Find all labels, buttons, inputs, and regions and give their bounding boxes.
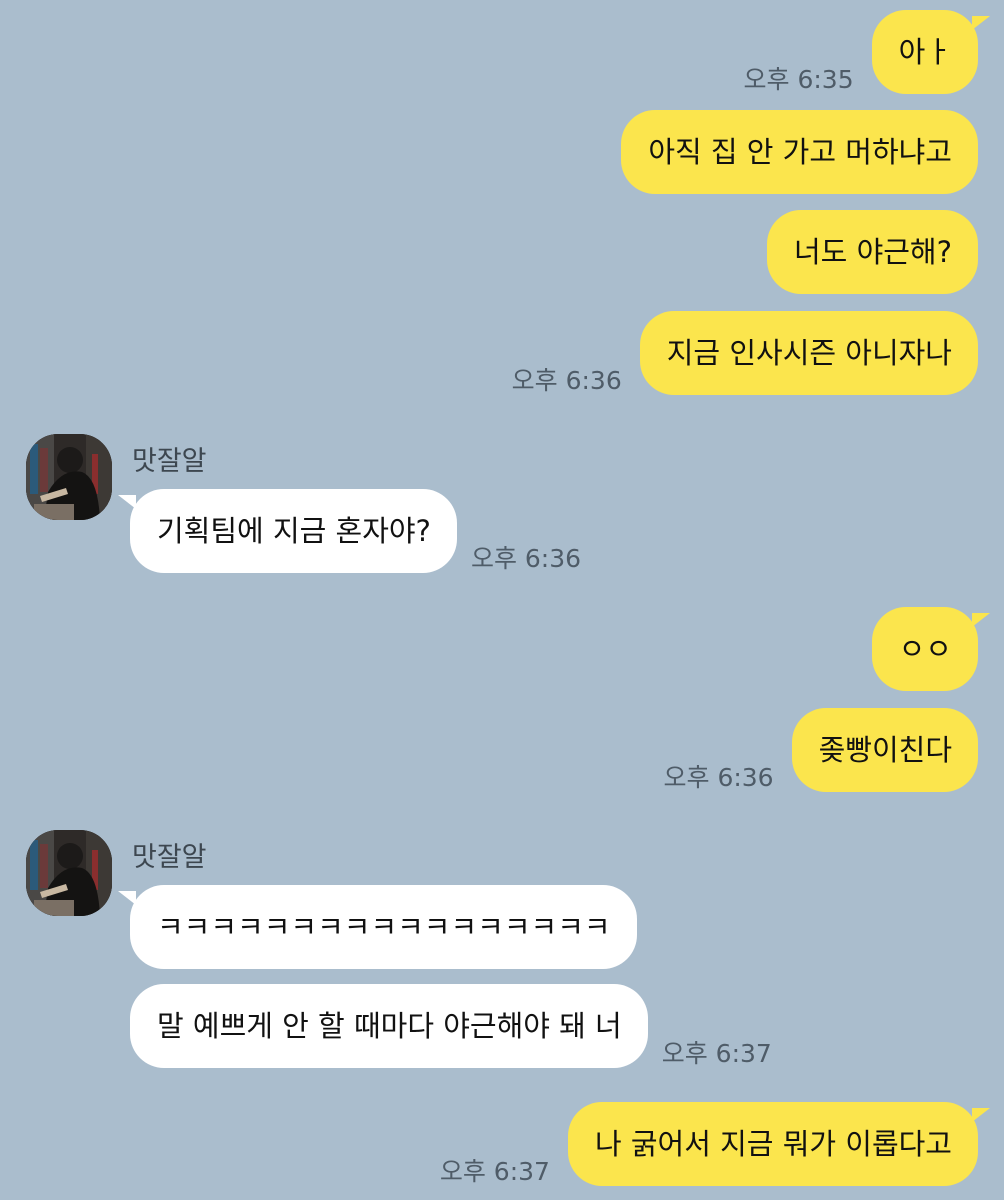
message-text: 지금 인사시즌 아니자나 [666, 336, 952, 370]
message-time: 오후 6:36 [663, 763, 774, 792]
incoming-message: 기획팀에 지금 혼자야? 오후 6:36 [118, 489, 582, 573]
outgoing-message: 너도 야근해? [749, 210, 978, 294]
sender-avatar[interactable] [26, 830, 112, 916]
message-time: 오후 6:37 [661, 1039, 772, 1068]
message-text: ㅋㅋㅋㅋㅋㅋㅋㅋㅋㅋㅋㅋㅋㅋㅋㅋㅋ [157, 910, 611, 944]
sender-name: 맛잘알 [132, 446, 207, 477]
incoming-message: ㅋㅋㅋㅋㅋㅋㅋㅋㅋㅋㅋㅋㅋㅋㅋㅋㅋ [118, 885, 651, 969]
message-text: 아ㅏ [898, 35, 952, 69]
sender-name: 맛잘알 [132, 842, 207, 873]
message-text: 나 굵어서 지금 뭐가 이롭다고 [594, 1127, 952, 1161]
message-text: 말 예쁘게 안 할 때마다 야근해야 돼 너 [157, 1009, 622, 1043]
message-bubble[interactable]: 좆빵이친다 [791, 708, 978, 792]
message-text: ㅇㅇ [898, 632, 952, 666]
message-bubble[interactable]: 기획팀에 지금 혼자야? [118, 489, 457, 573]
bubble-tail [118, 891, 136, 905]
outgoing-message: 오후 6:37 나 굵어서 지금 뭐가 이롭다고 [439, 1102, 990, 1186]
outgoing-message: 오후 6:36 좆빵이친다 [663, 708, 978, 792]
bubble-tail [118, 495, 136, 509]
message-bubble[interactable]: 아직 집 안 가고 머하냐고 [621, 110, 978, 194]
message-time: 오후 6:37 [439, 1157, 550, 1186]
message-bubble[interactable]: ㅇㅇ [871, 607, 990, 691]
message-time: 오후 6:35 [743, 65, 854, 94]
message-bubble[interactable]: 너도 야근해? [766, 210, 978, 294]
message-text: 아직 집 안 가고 머하냐고 [648, 135, 952, 169]
profile-photo-icon [26, 434, 112, 520]
message-time: 오후 6:36 [511, 366, 622, 395]
outgoing-message: 아직 집 안 가고 머하냐고 [603, 110, 978, 194]
bubble-tail [972, 16, 990, 30]
incoming-message: 말 예쁘게 안 할 때마다 야근해야 돼 너 오후 6:37 [130, 984, 772, 1068]
outgoing-message: 오후 6:36 지금 인사시즌 아니자나 [512, 311, 978, 395]
outgoing-message: ㅇㅇ [854, 607, 990, 691]
message-bubble[interactable]: 아ㅏ [871, 10, 990, 94]
bubble-tail [972, 1108, 990, 1122]
chat-room[interactable]: 오후 6:35 아ㅏ 아직 집 안 가고 머하냐고 너도 야근해? 오후 6:3… [0, 0, 1004, 1200]
message-text: 너도 야근해? [793, 235, 952, 269]
profile-photo-icon [26, 830, 112, 916]
message-bubble[interactable]: 나 굵어서 지금 뭐가 이롭다고 [567, 1102, 990, 1186]
message-bubble[interactable]: 지금 인사시즌 아니자나 [639, 311, 978, 395]
message-text: 기획팀에 지금 혼자야? [157, 514, 431, 548]
message-text: 좆빵이친다 [818, 733, 952, 767]
sender-avatar[interactable] [26, 434, 112, 520]
bubble-tail [972, 613, 990, 627]
message-time: 오후 6:36 [470, 544, 582, 573]
message-bubble[interactable]: ㅋㅋㅋㅋㅋㅋㅋㅋㅋㅋㅋㅋㅋㅋㅋㅋㅋ [118, 885, 637, 969]
message-bubble[interactable]: 말 예쁘게 안 할 때마다 야근해야 돼 너 [130, 984, 648, 1068]
outgoing-message: 오후 6:35 아ㅏ [743, 10, 990, 94]
